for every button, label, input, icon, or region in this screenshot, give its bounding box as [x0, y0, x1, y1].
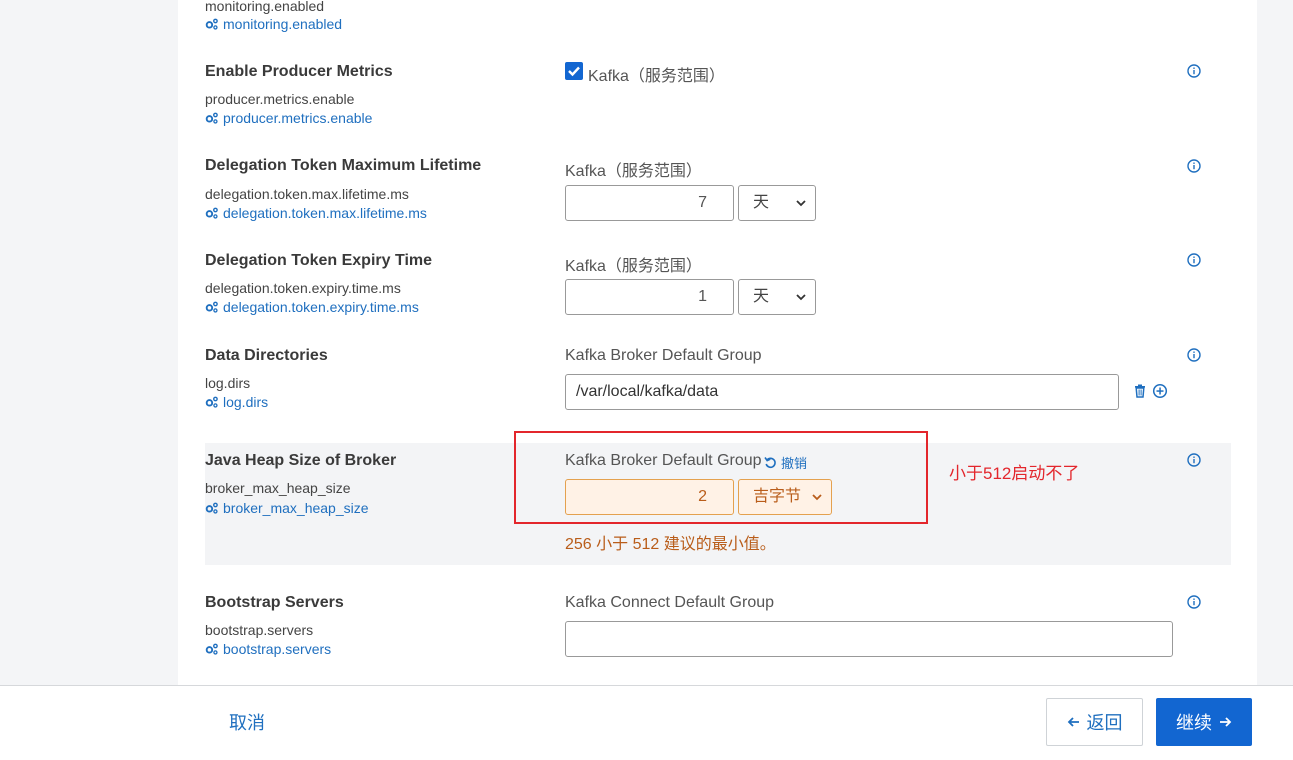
property-link-label: monitoring.enabled: [223, 16, 343, 32]
property-key: delegation.token.expiry.time.ms: [205, 280, 401, 296]
max-lifetime-input[interactable]: 7: [565, 185, 734, 221]
cogs-icon: [205, 301, 219, 313]
property-key: producer.metrics.enable: [205, 91, 355, 107]
property-title: Delegation Token Maximum Lifetime: [205, 157, 482, 174]
add-circle-icon[interactable]: [1152, 383, 1168, 399]
annotation-text: 小于512启动不了: [949, 464, 1080, 483]
property-link-label: producer.metrics.enable: [223, 110, 373, 126]
info-icon[interactable]: [1187, 348, 1201, 362]
property-key: monitoring.enabled: [205, 0, 325, 14]
cogs-icon: [205, 643, 219, 655]
cogs-icon: [205, 112, 219, 124]
scope-label: Kafka（服务范围）: [565, 163, 702, 180]
info-icon[interactable]: [1187, 253, 1201, 267]
property-link[interactable]: broker_max_heap_size: [205, 500, 369, 516]
scope-label: Kafka Connect Default Group: [565, 594, 775, 611]
expiry-time-input[interactable]: 1: [565, 279, 734, 315]
max-lifetime-unit-select[interactable]: 天: [738, 185, 816, 221]
info-icon[interactable]: [1187, 453, 1201, 467]
scope-label: Kafka Broker Default Group: [565, 347, 762, 364]
info-icon[interactable]: [1187, 159, 1201, 173]
chevron-down-icon: [795, 291, 807, 303]
property-link[interactable]: log.dirs: [205, 394, 268, 410]
data-directories-input[interactable]: /var/local/kafka/data: [565, 374, 1119, 410]
chevron-down-icon: [795, 197, 807, 209]
info-icon[interactable]: [1187, 595, 1201, 609]
cancel-link[interactable]: 取消: [229, 709, 265, 735]
trash-icon[interactable]: [1132, 383, 1148, 399]
property-link[interactable]: bootstrap.servers: [205, 641, 331, 657]
back-button[interactable]: 返回: [1046, 698, 1143, 746]
property-link-label: bootstrap.servers: [223, 641, 332, 657]
property-link[interactable]: monitoring.enabled: [205, 16, 342, 32]
property-title: Enable Producer Metrics: [205, 63, 393, 80]
info-icon[interactable]: [1187, 64, 1201, 78]
cogs-icon: [205, 207, 219, 219]
property-link-label: delegation.token.expiry.time.ms: [223, 299, 419, 315]
heap-size-warning: 256 小于 512 建议的最小值。: [565, 536, 776, 553]
property-title: Bootstrap Servers: [205, 594, 344, 611]
property-link-label: log.dirs: [223, 394, 269, 410]
unit-value: 天: [753, 194, 770, 211]
cogs-icon: [205, 502, 219, 514]
property-link-label: delegation.token.max.lifetime.ms: [223, 205, 427, 221]
continue-button-label: 继续: [1176, 713, 1212, 733]
property-key: bootstrap.servers: [205, 622, 314, 638]
property-title: Data Directories: [205, 347, 328, 364]
property-key: broker_max_heap_size: [205, 480, 351, 496]
unit-value: 天: [753, 288, 770, 305]
annotation-box: [514, 431, 928, 524]
property-link[interactable]: delegation.token.expiry.time.ms: [205, 299, 419, 315]
property-title: Delegation Token Expiry Time: [205, 252, 433, 269]
arrow-left-icon: [1067, 717, 1079, 727]
property-key: log.dirs: [205, 375, 251, 391]
scope-label: Kafka（服务范围）: [565, 258, 702, 275]
cogs-icon: [205, 18, 219, 30]
cogs-icon: [205, 396, 219, 408]
bootstrap-servers-input[interactable]: [565, 621, 1173, 657]
property-key: delegation.token.max.lifetime.ms: [205, 186, 409, 202]
scope-label: Kafka（服务范围）: [588, 68, 725, 85]
producer-metrics-checkbox[interactable]: [565, 62, 583, 80]
property-link-label: broker_max_heap_size: [223, 500, 369, 516]
property-title: Java Heap Size of Broker: [205, 452, 397, 469]
expiry-time-unit-select[interactable]: 天: [738, 279, 816, 315]
arrow-right-icon: [1220, 717, 1232, 727]
back-button-label: 返回: [1086, 713, 1123, 733]
continue-button[interactable]: 继续: [1156, 698, 1252, 746]
property-link[interactable]: delegation.token.max.lifetime.ms: [205, 205, 427, 221]
property-link[interactable]: producer.metrics.enable: [205, 110, 372, 126]
checkmark-icon: [568, 66, 580, 77]
